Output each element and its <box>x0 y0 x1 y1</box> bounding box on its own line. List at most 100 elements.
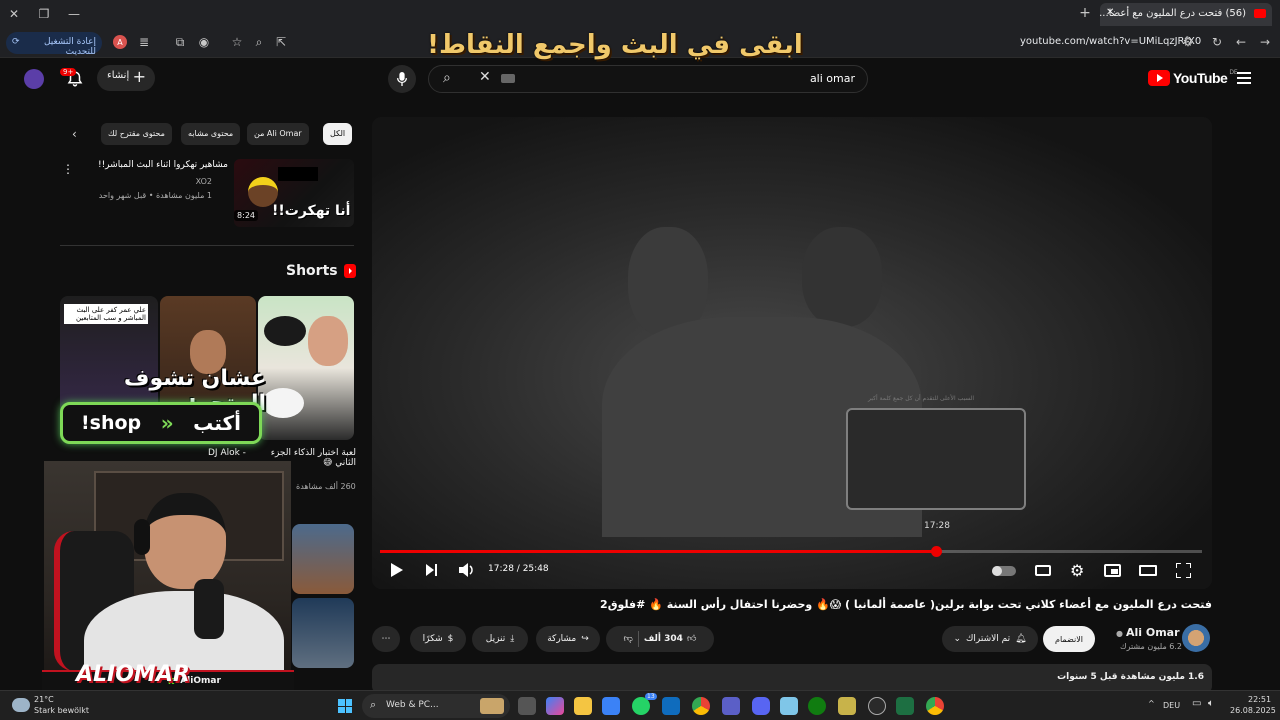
clock-time[interactable]: 22:51 <box>1248 695 1271 704</box>
obs-icon[interactable] <box>868 697 886 715</box>
share-button[interactable]: ↪ مشاركة <box>536 626 600 652</box>
thanks-label: شكرًا <box>422 634 443 644</box>
short-thumbnail[interactable] <box>258 296 354 440</box>
reading-list-icon[interactable]: ≣ <box>137 35 151 49</box>
clear-search-icon[interactable]: ✕ <box>479 69 491 85</box>
play-button[interactable] <box>391 563 403 577</box>
language-indicator[interactable]: DEU <box>1163 701 1180 710</box>
restore-window-icon[interactable]: ❐ <box>36 6 52 22</box>
store-icon[interactable] <box>602 697 620 715</box>
short-title[interactable]: DJ Alok - <box>208 448 246 458</box>
fullscreen-icon[interactable] <box>1176 563 1191 578</box>
subscribed-button[interactable]: 🔔︎ تم الاشتراك ⌄ <box>942 626 1038 652</box>
rec-channel-name[interactable]: XO2 <box>80 177 212 186</box>
more-actions-icon[interactable]: ⋮ <box>62 162 74 176</box>
chip-all[interactable]: الكل <box>323 123 353 145</box>
taskbar-search[interactable]: ⌕ Web & PC... <box>362 694 510 718</box>
download-label: تنزيل <box>485 634 506 644</box>
create-button[interactable]: إنشاء + <box>97 65 155 91</box>
dislike-button[interactable]: 👎︎ <box>624 634 633 644</box>
voice-search-button[interactable] <box>388 65 416 93</box>
subtitles-icon[interactable] <box>1035 565 1051 576</box>
task-view-icon[interactable] <box>518 697 536 715</box>
close-window-icon[interactable]: ✕ <box>6 6 22 22</box>
account-avatar[interactable] <box>24 69 44 89</box>
miniplayer-icon[interactable] <box>1104 564 1121 577</box>
more-actions-button[interactable]: ⋯ <box>372 626 400 652</box>
teams-icon[interactable] <box>722 697 740 715</box>
browser-tab[interactable]: (56) فتحت درع المليون مع أعضا... ✕ <box>1100 3 1272 26</box>
site-settings-icon[interactable]: ⚙ <box>1181 35 1195 49</box>
file-explorer-icon[interactable] <box>574 697 592 715</box>
short-face <box>308 316 348 366</box>
channel-avatar[interactable] <box>1182 624 1210 652</box>
clock-date[interactable]: 26.08.2025 <box>1230 706 1276 715</box>
relaunch-to-update-button[interactable]: إعادة التشغيل للتحديث ⟳ <box>6 32 102 57</box>
outlook-icon[interactable] <box>662 697 680 715</box>
back-icon[interactable]: ← <box>1234 35 1248 49</box>
new-tab-icon[interactable]: + <box>1077 5 1093 21</box>
description-meta: 1.6 مليون مشاهدة قبل 5 سنوات <box>1057 672 1204 682</box>
tray-expand-icon[interactable]: ^ <box>1148 699 1155 708</box>
thanks-button[interactable]: $ شكرًا <box>410 626 466 652</box>
youtube-logo[interactable]: YouTube DE <box>1148 69 1238 86</box>
weather-icon[interactable] <box>12 698 30 712</box>
reload-icon[interactable]: ↻ <box>1210 35 1224 49</box>
settings-gear-icon[interactable]: ⚙ <box>1070 561 1084 580</box>
sheep-white-icon <box>262 388 304 418</box>
extensions-icon[interactable]: ⧉ <box>173 35 187 49</box>
notepad-icon[interactable] <box>780 697 798 715</box>
start-icon[interactable] <box>338 699 352 713</box>
volume-button[interactable] <box>459 563 474 577</box>
next-icon <box>426 564 437 576</box>
download-button[interactable]: ⤓ تنزيل <box>472 626 528 652</box>
zoom-icon[interactable]: ⌕ <box>252 35 266 49</box>
taskbar-search-icon: ⌕ <box>370 698 377 711</box>
like-count: 304 ألف <box>643 634 683 644</box>
weather-desc: Stark bewölkt <box>34 706 90 715</box>
video-player[interactable]: السبب الأعلى للتقدم أن كل جمع كلمة أكبر <box>372 117 1212 589</box>
discord-icon[interactable] <box>752 697 770 715</box>
rec-video-thumbnail[interactable]: أنا تهكرت!! 8:24 <box>234 159 354 227</box>
share-icon: ↪ <box>581 634 589 644</box>
vpn-icon[interactable]: ◉ <box>197 35 211 49</box>
like-button[interactable]: 👍︎ 304 ألف <box>644 634 697 644</box>
chip-from-channel[interactable]: من Ali Omar <box>247 123 309 145</box>
chrome-icon[interactable] <box>692 697 710 715</box>
short-thumbnail[interactable] <box>292 524 354 594</box>
speaker-icon[interactable]: 🔈︎ <box>1208 698 1214 709</box>
next-button[interactable] <box>426 564 438 576</box>
copilot-icon[interactable] <box>546 697 564 715</box>
shorts-heading: Shorts <box>286 263 356 279</box>
minimize-window-icon[interactable]: — <box>66 6 82 22</box>
forward-icon[interactable]: → <box>1258 35 1272 49</box>
bookmark-star-icon[interactable]: ☆ <box>230 35 244 49</box>
channel-name[interactable]: ● Ali Omar <box>1116 626 1180 639</box>
rec-video-title[interactable]: مشاهير تهكروا اثناء البث المباشر!! <box>80 160 228 170</box>
subscriber-count: 6.2 مليون مشترك <box>1120 642 1183 651</box>
mail-icon[interactable] <box>838 697 856 715</box>
chip-for-you[interactable]: محتوى مقترح لك <box>101 123 172 145</box>
chip-related[interactable]: محتوى مشابه <box>181 123 241 145</box>
keyboard-icon[interactable] <box>501 74 515 83</box>
chips-scroll-left-icon[interactable]: ‹ <box>72 127 77 141</box>
autoplay-toggle[interactable] <box>992 566 1016 576</box>
address-input[interactable]: youtube.com/watch?v=UMiLqzJRfX0 <box>1020 36 1201 47</box>
install-app-icon[interactable]: ⇱ <box>274 35 288 49</box>
theater-mode-icon[interactable] <box>1139 565 1157 576</box>
network-icon[interactable]: ▭ <box>1192 698 1201 709</box>
webcam-microphone <box>194 579 224 639</box>
search-highlight-icon <box>480 698 504 714</box>
tab-close-icon[interactable]: ✕ <box>1106 7 1114 18</box>
search-input[interactable]: ali omar ⌕ ✕ <box>428 65 868 93</box>
profile-avatar[interactable]: A <box>113 35 127 49</box>
seek-preview-time: 17:28 <box>924 521 950 531</box>
search-icon[interactable]: ⌕ <box>443 70 451 86</box>
excel-icon[interactable] <box>896 697 914 715</box>
menu-hamburger-icon[interactable] <box>1237 72 1251 84</box>
short-thumbnail[interactable] <box>292 598 354 668</box>
chrome-profile-icon[interactable] <box>926 697 944 715</box>
shorts-icon <box>343 264 356 278</box>
xbox-icon[interactable] <box>808 697 826 715</box>
join-button[interactable]: الانضمام <box>1043 626 1095 652</box>
